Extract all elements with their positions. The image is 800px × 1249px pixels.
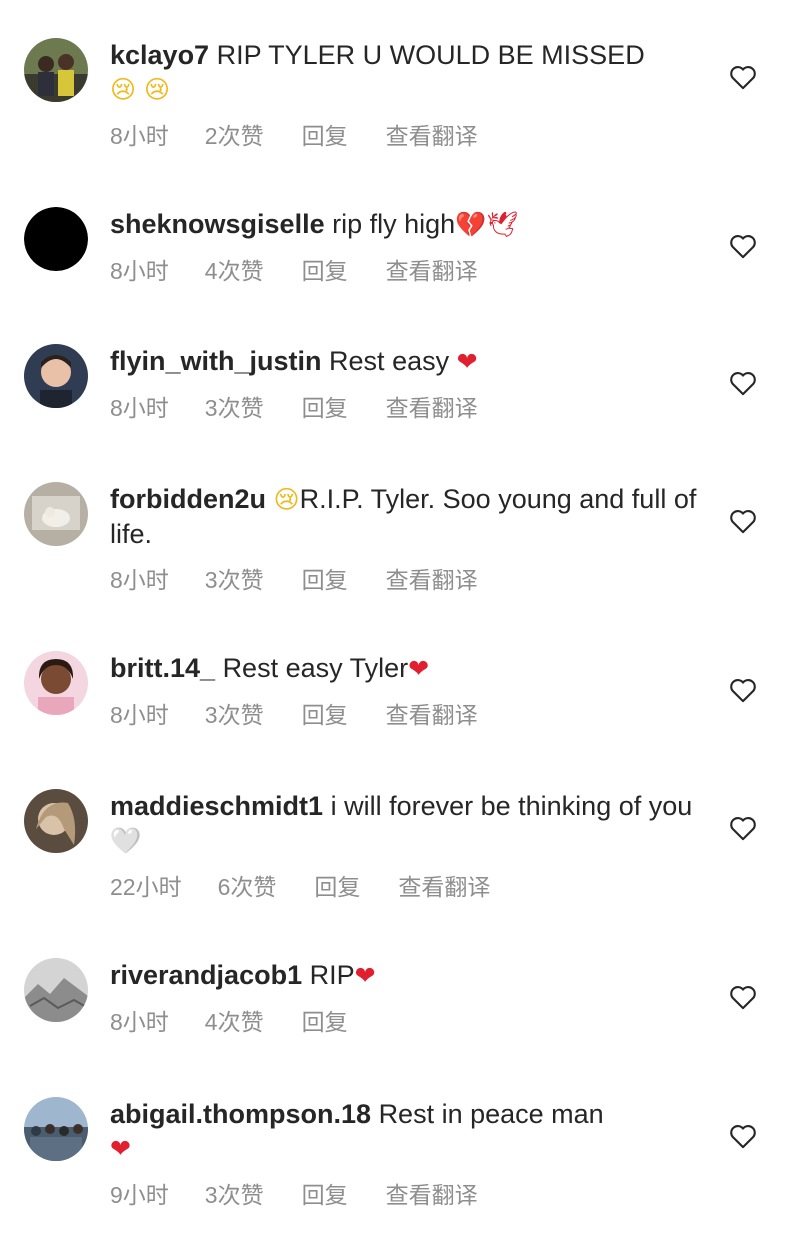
username[interactable]: abigail.thompson.18 — [110, 1099, 371, 1129]
avatar[interactable] — [24, 651, 88, 715]
like-count[interactable]: 4次赞 — [205, 1003, 264, 1037]
comment-body: abigail.thompson.18 Rest in peace man ❤ 9… — [110, 1097, 700, 1210]
see-translation-button[interactable]: 查看翻译 — [386, 389, 478, 423]
heart-icon[interactable] — [729, 508, 757, 534]
heart-icon[interactable] — [729, 815, 757, 841]
comment-text: britt.14_ Rest easy Tyler❤ — [110, 651, 700, 686]
comment-text: riverandjacob1 RIP❤ — [110, 958, 700, 993]
reply-button[interactable]: 回复 — [302, 117, 348, 151]
comment-meta: 8小时 3次赞 回复 查看翻译 — [110, 561, 700, 595]
crying-emoji-icon: 😢 — [273, 485, 300, 514]
heart-icon[interactable] — [729, 370, 757, 396]
timestamp: 22小时 — [110, 874, 182, 900]
timestamp: 8小时 — [110, 395, 169, 421]
comment-text: abigail.thompson.18 Rest in peace man ❤ — [110, 1097, 700, 1166]
timestamp: 8小时 — [110, 567, 169, 593]
comment-message: i will forever be thinking of you — [330, 791, 693, 821]
see-translation-button[interactable]: 查看翻译 — [386, 1176, 478, 1210]
comment-body: riverandjacob1 RIP❤ 8小时 4次赞 回复 — [110, 958, 700, 1037]
see-translation-button[interactable]: 查看翻译 — [386, 561, 478, 595]
timestamp: 8小时 — [110, 702, 169, 728]
comment-message: RIP TYLER U WOULD BE MISSED — [216, 40, 645, 70]
comment-body: flyin_with_justin Rest easy ❤ 8小时 3次赞 回复… — [110, 344, 700, 423]
comment-body: kclayo7 RIP TYLER U WOULD BE MISSED 😢 😢 8… — [110, 38, 700, 151]
red-heart-emoji-icon: ❤ — [408, 654, 430, 683]
like-count[interactable]: 3次赞 — [205, 1176, 264, 1210]
comment-meta: 8小时 3次赞 回复 查看翻译 — [110, 389, 700, 423]
comment-text: maddieschmidt1 i will forever be thinkin… — [110, 789, 700, 858]
timestamp: 8小时 — [110, 258, 169, 284]
like-count[interactable]: 4次赞 — [205, 252, 264, 286]
broken-heart-dove-emoji-icon: 💔🕊 — [455, 210, 519, 239]
timestamp: 8小时 — [110, 1009, 169, 1035]
avatar[interactable] — [24, 38, 88, 102]
like-count[interactable]: 6次赞 — [218, 868, 277, 902]
comment-meta: 8小时 2次赞 回复 查看翻译 — [110, 117, 700, 151]
comment-meta: 8小时 4次赞 回复 查看翻译 — [110, 252, 700, 286]
username[interactable]: flyin_with_justin — [110, 346, 322, 376]
comment-meta: 8小时 3次赞 回复 查看翻译 — [110, 696, 700, 730]
username[interactable]: maddieschmidt1 — [110, 791, 323, 821]
see-translation-button[interactable]: 查看翻译 — [386, 696, 478, 730]
heart-icon[interactable] — [729, 64, 757, 90]
comment-body: britt.14_ Rest easy Tyler❤ 8小时 3次赞 回复 查看… — [110, 651, 700, 730]
red-heart-emoji-icon: ❤ — [354, 961, 376, 990]
avatar[interactable] — [24, 344, 88, 408]
avatar[interactable] — [24, 958, 88, 1022]
like-count[interactable]: 2次赞 — [205, 117, 264, 151]
comment-message: Rest in peace man — [378, 1099, 604, 1129]
see-translation-button[interactable]: 查看翻译 — [398, 868, 490, 902]
reply-button[interactable]: 回复 — [302, 252, 348, 286]
reply-button[interactable]: 回复 — [302, 1003, 348, 1037]
reply-button[interactable]: 回复 — [302, 696, 348, 730]
username[interactable]: forbidden2u — [110, 484, 266, 514]
heart-icon[interactable] — [729, 233, 757, 259]
avatar[interactable] — [24, 789, 88, 853]
comment-body: maddieschmidt1 i will forever be thinkin… — [110, 789, 700, 902]
red-heart-emoji-icon: ❤ — [110, 1134, 131, 1163]
comment-body: sheknowsgiselle rip fly high💔🕊 8小时 4次赞 回… — [110, 207, 700, 286]
crying-emoji-icon: 😢 😢 — [110, 75, 171, 104]
comment-text: kclayo7 RIP TYLER U WOULD BE MISSED 😢 😢 — [110, 38, 700, 107]
reply-button[interactable]: 回复 — [302, 1176, 348, 1210]
comment-message: rip fly high — [332, 209, 456, 239]
reply-button[interactable]: 回复 — [314, 868, 360, 902]
comment-text: forbidden2u 😢R.I.P. Tyler. Soo young and… — [110, 482, 700, 551]
comment-meta: 9小时 3次赞 回复 查看翻译 — [110, 1176, 700, 1210]
comment-text: sheknowsgiselle rip fly high💔🕊 — [110, 207, 700, 242]
comment-message: Rest easy Tyler — [222, 653, 409, 683]
like-count[interactable]: 3次赞 — [205, 696, 264, 730]
red-heart-emoji-icon: ❤ — [456, 347, 478, 376]
see-translation-button[interactable]: 查看翻译 — [386, 252, 478, 286]
username[interactable]: kclayo7 — [110, 40, 209, 70]
username[interactable]: sheknowsgiselle — [110, 209, 325, 239]
timestamp: 9小时 — [110, 1182, 169, 1208]
comment-message: Rest easy — [329, 346, 450, 376]
avatar[interactable] — [24, 482, 88, 546]
comment-meta: 8小时 4次赞 回复 — [110, 1003, 700, 1037]
white-heart-emoji-icon: 🤍 — [110, 826, 142, 855]
comment-meta: 22小时 6次赞 回复 查看翻译 — [110, 868, 700, 902]
see-translation-button[interactable]: 查看翻译 — [386, 117, 478, 151]
reply-button[interactable]: 回复 — [302, 389, 348, 423]
timestamp: 8小时 — [110, 123, 169, 149]
username[interactable]: britt.14_ — [110, 653, 215, 683]
comment-body: forbidden2u 😢R.I.P. Tyler. Soo young and… — [110, 482, 700, 595]
comment-text: flyin_with_justin Rest easy ❤ — [110, 344, 700, 379]
heart-icon[interactable] — [729, 677, 757, 703]
heart-icon[interactable] — [729, 1123, 757, 1149]
avatar[interactable] — [24, 1097, 88, 1161]
heart-icon[interactable] — [729, 984, 757, 1010]
avatar[interactable] — [24, 207, 88, 271]
reply-button[interactable]: 回复 — [302, 561, 348, 595]
username[interactable]: riverandjacob1 — [110, 960, 302, 990]
like-count[interactable]: 3次赞 — [205, 389, 264, 423]
comment-message: RIP — [309, 960, 355, 990]
like-count[interactable]: 3次赞 — [205, 561, 264, 595]
